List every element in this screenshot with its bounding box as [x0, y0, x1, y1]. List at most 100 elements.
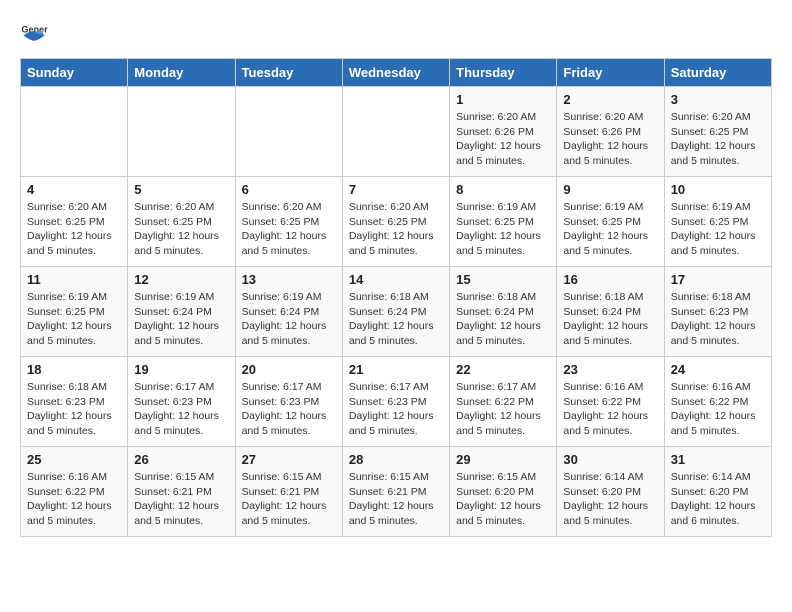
calendar-cell: 24Sunrise: 6:16 AMSunset: 6:22 PMDayligh… — [664, 357, 771, 447]
day-number: 15 — [456, 272, 550, 287]
day-number: 8 — [456, 182, 550, 197]
calendar-week-row: 18 Sunrise: 6:18 AMSunset: 6:23 PMDayligh… — [21, 357, 772, 447]
day-number: 29 — [456, 452, 550, 467]
day-number: 23 — [563, 362, 657, 377]
day-number: 11 — [27, 272, 121, 287]
day-info: Sunrise: 6:20 AMSunset: 6:25 PMDaylight:… — [671, 110, 765, 169]
calendar-cell: 14 Sunrise: 6:18 AMSunset: 6:24 PMDayligh… — [342, 267, 449, 357]
day-info: Sunrise: 6:16 AMSunset: 6:22 PMDaylight:… — [563, 380, 657, 439]
day-number: 3 — [671, 92, 765, 107]
calendar-cell: 20 Sunrise: 6:17 AMSunset: 6:23 PMDayligh… — [235, 357, 342, 447]
day-number: 10 — [671, 182, 765, 197]
calendar-cell: 10 Sunrise: 6:19 AMSunset: 6:25 PMDayligh… — [664, 177, 771, 267]
day-number: 16 — [563, 272, 657, 287]
calendar-cell: 8Sunrise: 6:19 AMSunset: 6:25 PMDaylight… — [450, 177, 557, 267]
day-number: 9 — [563, 182, 657, 197]
day-info: Sunrise: 6:18 AMSunset: 6:24 PMDaylight:… — [349, 290, 443, 349]
day-info: Sunrise: 6:19 AMSunset: 6:25 PMDaylight:… — [27, 290, 121, 349]
day-info: Sunrise: 6:20 AMSunset: 6:26 PMDaylight:… — [563, 110, 657, 169]
day-header-sunday: Sunday — [21, 59, 128, 87]
day-number: 30 — [563, 452, 657, 467]
calendar-cell: 2 Sunrise: 6:20 AMSunset: 6:26 PMDaylight… — [557, 87, 664, 177]
calendar-cell — [235, 87, 342, 177]
day-number: 18 — [27, 362, 121, 377]
calendar-cell: 6 Sunrise: 6:20 AMSunset: 6:25 PMDaylight… — [235, 177, 342, 267]
calendar-cell: 26 Sunrise: 6:15 AMSunset: 6:21 PMDayligh… — [128, 447, 235, 537]
day-header-saturday: Saturday — [664, 59, 771, 87]
day-info: Sunrise: 6:14 AMSunset: 6:20 PMDaylight:… — [563, 470, 657, 529]
day-info: Sunrise: 6:15 AMSunset: 6:20 PMDaylight:… — [456, 470, 550, 529]
calendar-cell: 18 Sunrise: 6:18 AMSunset: 6:23 PMDayligh… — [21, 357, 128, 447]
calendar-cell: 11 Sunrise: 6:19 AMSunset: 6:25 PMDayligh… — [21, 267, 128, 357]
day-info: Sunrise: 6:14 AMSunset: 6:20 PMDaylight:… — [671, 470, 765, 529]
calendar-cell: 4Sunrise: 6:20 AMSunset: 6:25 PMDaylight… — [21, 177, 128, 267]
day-number: 25 — [27, 452, 121, 467]
calendar-cell — [342, 87, 449, 177]
calendar-cell: 22 Sunrise: 6:17 AMSunset: 6:22 PMDayligh… — [450, 357, 557, 447]
calendar-week-row: 4Sunrise: 6:20 AMSunset: 6:25 PMDaylight… — [21, 177, 772, 267]
day-number: 22 — [456, 362, 550, 377]
day-info: Sunrise: 6:20 AMSunset: 6:25 PMDaylight:… — [349, 200, 443, 259]
day-header-thursday: Thursday — [450, 59, 557, 87]
day-info: Sunrise: 6:18 AMSunset: 6:23 PMDaylight:… — [27, 380, 121, 439]
day-header-tuesday: Tuesday — [235, 59, 342, 87]
day-info: Sunrise: 6:17 AMSunset: 6:23 PMDaylight:… — [349, 380, 443, 439]
logo: General — [20, 20, 52, 48]
day-info: Sunrise: 6:15 AMSunset: 6:21 PMDaylight:… — [242, 470, 336, 529]
calendar-cell: 7 Sunrise: 6:20 AMSunset: 6:25 PMDaylight… — [342, 177, 449, 267]
day-header-monday: Monday — [128, 59, 235, 87]
day-number: 14 — [349, 272, 443, 287]
day-info: Sunrise: 6:19 AMSunset: 6:24 PMDaylight:… — [134, 290, 228, 349]
day-number: 13 — [242, 272, 336, 287]
calendar-table: SundayMondayTuesdayWednesdayThursdayFrid… — [20, 58, 772, 537]
day-info: Sunrise: 6:20 AMSunset: 6:25 PMDaylight:… — [27, 200, 121, 259]
day-info: Sunrise: 6:17 AMSunset: 6:23 PMDaylight:… — [134, 380, 228, 439]
day-number: 26 — [134, 452, 228, 467]
day-number: 20 — [242, 362, 336, 377]
day-info: Sunrise: 6:19 AMSunset: 6:25 PMDaylight:… — [671, 200, 765, 259]
calendar-cell: 30 Sunrise: 6:14 AMSunset: 6:20 PMDayligh… — [557, 447, 664, 537]
page-header: General — [20, 20, 772, 48]
calendar-cell: 23 Sunrise: 6:16 AMSunset: 6:22 PMDayligh… — [557, 357, 664, 447]
calendar-cell: 15 Sunrise: 6:18 AMSunset: 6:24 PMDayligh… — [450, 267, 557, 357]
calendar-cell: 9 Sunrise: 6:19 AMSunset: 6:25 PMDaylight… — [557, 177, 664, 267]
day-number: 21 — [349, 362, 443, 377]
day-info: Sunrise: 6:19 AMSunset: 6:25 PMDaylight:… — [563, 200, 657, 259]
day-info: Sunrise: 6:15 AMSunset: 6:21 PMDaylight:… — [134, 470, 228, 529]
day-number: 27 — [242, 452, 336, 467]
calendar-cell: 1Sunrise: 6:20 AMSunset: 6:26 PMDaylight… — [450, 87, 557, 177]
day-header-wednesday: Wednesday — [342, 59, 449, 87]
calendar-cell: 17 Sunrise: 6:18 AMSunset: 6:23 PMDayligh… — [664, 267, 771, 357]
day-number: 7 — [349, 182, 443, 197]
day-info: Sunrise: 6:20 AMSunset: 6:25 PMDaylight:… — [134, 200, 228, 259]
day-info: Sunrise: 6:20 AMSunset: 6:25 PMDaylight:… — [242, 200, 336, 259]
day-info: Sunrise: 6:18 AMSunset: 6:23 PMDaylight:… — [671, 290, 765, 349]
calendar-cell: 29 Sunrise: 6:15 AMSunset: 6:20 PMDayligh… — [450, 447, 557, 537]
day-info: Sunrise: 6:19 AMSunset: 6:24 PMDaylight:… — [242, 290, 336, 349]
day-header-friday: Friday — [557, 59, 664, 87]
calendar-cell: 21 Sunrise: 6:17 AMSunset: 6:23 PMDayligh… — [342, 357, 449, 447]
calendar-week-row: 1Sunrise: 6:20 AMSunset: 6:26 PMDaylight… — [21, 87, 772, 177]
logo-icon: General — [20, 20, 48, 48]
day-info: Sunrise: 6:17 AMSunset: 6:23 PMDaylight:… — [242, 380, 336, 439]
calendar-cell: 31 Sunrise: 6:14 AMSunset: 6:20 PMDayligh… — [664, 447, 771, 537]
calendar-cell: 13 Sunrise: 6:19 AMSunset: 6:24 PMDayligh… — [235, 267, 342, 357]
day-info: Sunrise: 6:18 AMSunset: 6:24 PMDaylight:… — [456, 290, 550, 349]
day-number: 5 — [134, 182, 228, 197]
day-number: 6 — [242, 182, 336, 197]
day-number: 31 — [671, 452, 765, 467]
day-info: Sunrise: 6:15 AMSunset: 6:21 PMDaylight:… — [349, 470, 443, 529]
calendar-cell: 19Sunrise: 6:17 AMSunset: 6:23 PMDayligh… — [128, 357, 235, 447]
day-number: 17 — [671, 272, 765, 287]
calendar-cell: 12Sunrise: 6:19 AMSunset: 6:24 PMDayligh… — [128, 267, 235, 357]
calendar-cell: 28 Sunrise: 6:15 AMSunset: 6:21 PMDayligh… — [342, 447, 449, 537]
day-info: Sunrise: 6:18 AMSunset: 6:24 PMDaylight:… — [563, 290, 657, 349]
calendar-week-row: 25 Sunrise: 6:16 AMSunset: 6:22 PMDayligh… — [21, 447, 772, 537]
calendar-cell: 3 Sunrise: 6:20 AMSunset: 6:25 PMDaylight… — [664, 87, 771, 177]
calendar-cell: 27 Sunrise: 6:15 AMSunset: 6:21 PMDayligh… — [235, 447, 342, 537]
day-info: Sunrise: 6:16 AMSunset: 6:22 PMDaylight:… — [671, 380, 765, 439]
day-number: 28 — [349, 452, 443, 467]
day-number: 2 — [563, 92, 657, 107]
day-info: Sunrise: 6:17 AMSunset: 6:22 PMDaylight:… — [456, 380, 550, 439]
day-info: Sunrise: 6:16 AMSunset: 6:22 PMDaylight:… — [27, 470, 121, 529]
